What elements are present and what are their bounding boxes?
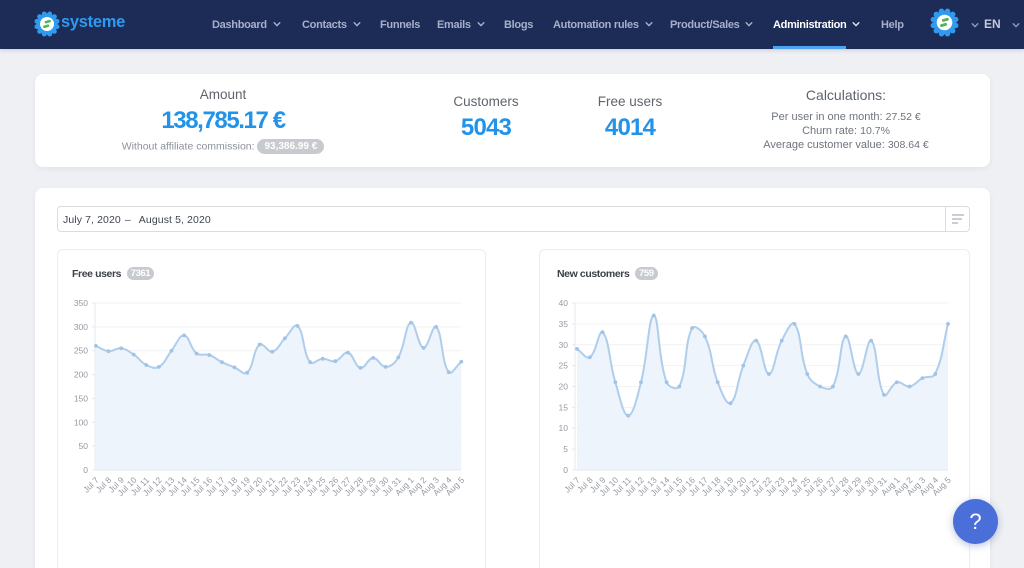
svg-text:10: 10	[559, 423, 569, 433]
svg-text:20: 20	[559, 382, 569, 392]
svg-text:350: 350	[74, 298, 88, 308]
svg-text:50: 50	[79, 441, 89, 451]
svg-text:35: 35	[559, 319, 569, 329]
svg-text:30: 30	[559, 340, 569, 350]
svg-text:0: 0	[563, 465, 568, 475]
svg-text:150: 150	[74, 393, 88, 403]
svg-text:0: 0	[83, 465, 88, 475]
svg-text:200: 200	[74, 370, 88, 380]
svg-text:40: 40	[559, 298, 569, 308]
svg-text:300: 300	[74, 322, 88, 332]
svg-text:25: 25	[559, 361, 569, 371]
svg-text:250: 250	[74, 346, 88, 356]
svg-text:100: 100	[74, 417, 88, 427]
svg-text:15: 15	[559, 402, 569, 412]
svg-text:5: 5	[563, 444, 568, 454]
